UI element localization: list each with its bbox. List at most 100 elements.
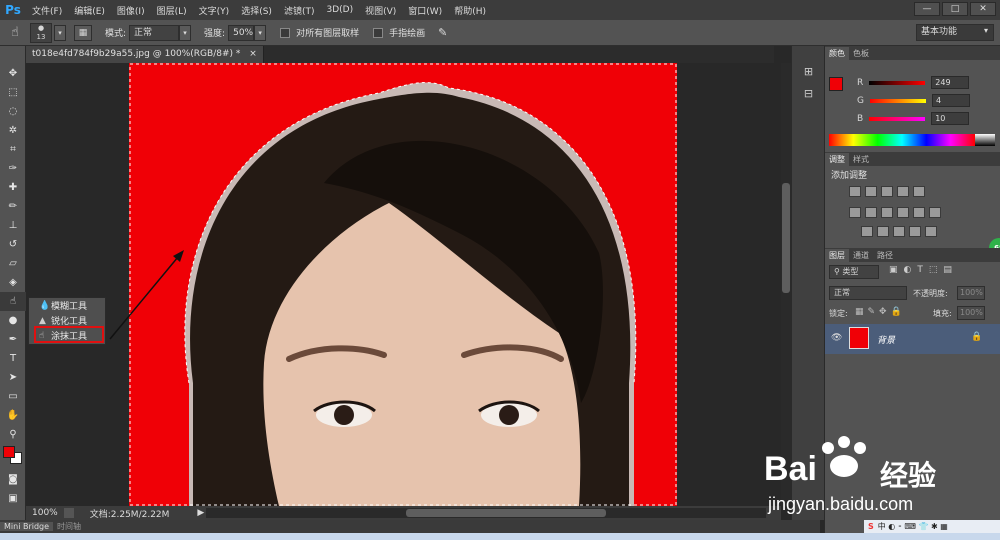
invert-icon[interactable]: [861, 226, 873, 237]
layer-filter-kind-select[interactable]: ⚲ 类型: [829, 265, 879, 279]
curves-icon[interactable]: [881, 186, 893, 197]
document-tab[interactable]: t018e4fd784f9b29a55.jpg @ 100%(RGB/8#) *…: [26, 46, 264, 63]
zoom-level[interactable]: 100%: [26, 508, 64, 518]
tab-layers[interactable]: 图层: [825, 249, 849, 262]
layer-filter-icons[interactable]: ▣◐T⬚▤: [889, 265, 958, 275]
channel-mixer-icon[interactable]: [913, 207, 925, 218]
brightness-contrast-icon[interactable]: [849, 186, 861, 197]
quick-mask-icon[interactable]: ◙: [0, 470, 26, 489]
exposure-icon[interactable]: [897, 186, 909, 197]
tab-close-icon[interactable]: ×: [249, 49, 257, 59]
screen-mode-icon[interactable]: ▣: [0, 489, 26, 508]
canvas-area[interactable]: [26, 63, 781, 506]
workspace-select[interactable]: 基本功能: [916, 24, 994, 41]
ime-tray-icons[interactable]: 中 ◐ ⁃ ⌨ 👕 ✱ ▦: [878, 521, 948, 532]
menu-edit[interactable]: 编辑(E): [68, 4, 111, 17]
menu-file[interactable]: 文件(F): [26, 4, 68, 17]
healing-brush-tool-icon[interactable]: ✚: [0, 178, 26, 197]
crop-tool-icon[interactable]: ⌗: [0, 140, 26, 159]
black-white-icon[interactable]: [881, 207, 893, 218]
opacity-input[interactable]: 100%: [957, 286, 985, 300]
sample-all-layers-checkbox[interactable]: [280, 27, 291, 38]
selective-color-icon[interactable]: [925, 226, 937, 237]
smudge-tool-preset-icon[interactable]: ☝: [0, 25, 30, 40]
close-button[interactable]: ✕: [970, 2, 996, 16]
sogou-ime-icon[interactable]: S: [868, 522, 874, 531]
layer-name[interactable]: 背景: [877, 333, 895, 346]
mini-bridge-tab[interactable]: Mini Bridge: [0, 522, 54, 531]
tab-adjustments[interactable]: 调整: [825, 153, 849, 166]
menu-image[interactable]: 图像(I): [111, 4, 151, 17]
strength-input[interactable]: 50%: [228, 24, 255, 41]
smudge-tool-icon[interactable]: ☝: [0, 292, 26, 311]
brush-size-picker[interactable]: ● 13: [30, 22, 52, 43]
status-menu-arrow-icon[interactable]: ▶: [197, 508, 204, 518]
type-tool-icon[interactable]: T: [0, 349, 26, 368]
history-panel-icon[interactable]: ⊞: [792, 60, 825, 82]
color-balance-icon[interactable]: [865, 207, 877, 218]
hue-saturation-icon[interactable]: [849, 207, 861, 218]
blue-slider[interactable]: [869, 116, 926, 121]
red-value-input[interactable]: 249: [931, 76, 970, 89]
menu-select[interactable]: 选择(S): [235, 4, 278, 17]
posterize-icon[interactable]: [877, 226, 889, 237]
pen-tool-icon[interactable]: ✒: [0, 330, 26, 349]
clone-stamp-tool-icon[interactable]: ⊥: [0, 216, 26, 235]
eyedropper-tool-icon[interactable]: ✑: [0, 159, 26, 178]
chevron-down-icon[interactable]: ▾: [179, 24, 192, 41]
pressure-icon[interactable]: ✎: [438, 26, 447, 39]
chevron-down-icon[interactable]: ▾: [54, 24, 66, 41]
lasso-tool-icon[interactable]: ◌: [0, 102, 26, 121]
zoom-tool-icon[interactable]: ⚲: [0, 425, 26, 444]
menu-filter[interactable]: 滤镜(T): [278, 4, 321, 17]
brush-tool-icon[interactable]: ✏: [0, 197, 26, 216]
chevron-down-icon[interactable]: ▾: [254, 24, 267, 41]
menu-view[interactable]: 视图(V): [359, 4, 402, 17]
shape-tool-icon[interactable]: ▭: [0, 387, 26, 406]
grayscale-ramp[interactable]: [975, 134, 995, 146]
menu-layer[interactable]: 图层(L): [151, 4, 193, 17]
timeline-tab[interactable]: 时间轴: [53, 521, 85, 532]
finger-painting-checkbox[interactable]: [373, 27, 384, 38]
move-tool-icon[interactable]: ✥: [0, 64, 26, 83]
history-brush-tool-icon[interactable]: ↺: [0, 235, 26, 254]
paint-bucket-tool-icon[interactable]: ◈: [0, 273, 26, 292]
horizontal-scrollbar[interactable]: [206, 508, 766, 518]
mode-select[interactable]: 正常: [129, 24, 180, 41]
menu-3d[interactable]: 3D(D): [320, 5, 359, 15]
blur-tool-item[interactable]: 💧 模糊工具: [29, 298, 105, 313]
minimize-button[interactable]: —: [914, 2, 940, 16]
red-slider[interactable]: [869, 80, 926, 85]
menu-window[interactable]: 窗口(W): [402, 4, 448, 17]
color-lookup-icon[interactable]: [929, 207, 941, 218]
menu-type[interactable]: 文字(Y): [193, 4, 236, 17]
blue-value-input[interactable]: 10: [931, 112, 970, 125]
color-spectrum-ramp[interactable]: [829, 134, 975, 146]
lock-icons[interactable]: ▦✎✥🔒: [855, 307, 906, 317]
fill-input[interactable]: 100%: [957, 306, 985, 320]
quick-select-tool-icon[interactable]: ✲: [0, 121, 26, 140]
green-value-input[interactable]: 4: [931, 94, 970, 107]
layer-row-background[interactable]: 👁 背景 🔒: [825, 324, 1000, 354]
photo-filter-icon[interactable]: [897, 207, 909, 218]
hand-tool-icon[interactable]: ✋: [0, 406, 26, 425]
color-panel-foreground-swatch[interactable]: [829, 77, 843, 91]
foreground-color-swatch[interactable]: [3, 446, 15, 458]
eye-visibility-icon[interactable]: 👁: [831, 333, 842, 343]
levels-icon[interactable]: [865, 186, 877, 197]
path-selection-tool-icon[interactable]: ➤: [0, 368, 26, 387]
tab-color[interactable]: 颜色: [825, 47, 849, 60]
brush-panel-toggle-icon[interactable]: ▦: [74, 24, 92, 41]
tab-swatches[interactable]: 色板: [849, 47, 873, 60]
tab-channels[interactable]: 通道: [849, 249, 873, 262]
eraser-tool-icon[interactable]: ▱: [0, 254, 26, 273]
dodge-tool-icon[interactable]: ●: [0, 311, 26, 330]
horizontal-scroll-thumb[interactable]: [406, 509, 606, 517]
blend-mode-select[interactable]: 正常: [829, 286, 907, 300]
tab-paths[interactable]: 路径: [873, 249, 897, 262]
properties-panel-icon[interactable]: ⊟: [792, 82, 825, 104]
maximize-button[interactable]: □: [942, 2, 968, 16]
menu-help[interactable]: 帮助(H): [448, 4, 492, 17]
vertical-scroll-thumb[interactable]: [782, 183, 790, 293]
gradient-map-icon[interactable]: [909, 226, 921, 237]
